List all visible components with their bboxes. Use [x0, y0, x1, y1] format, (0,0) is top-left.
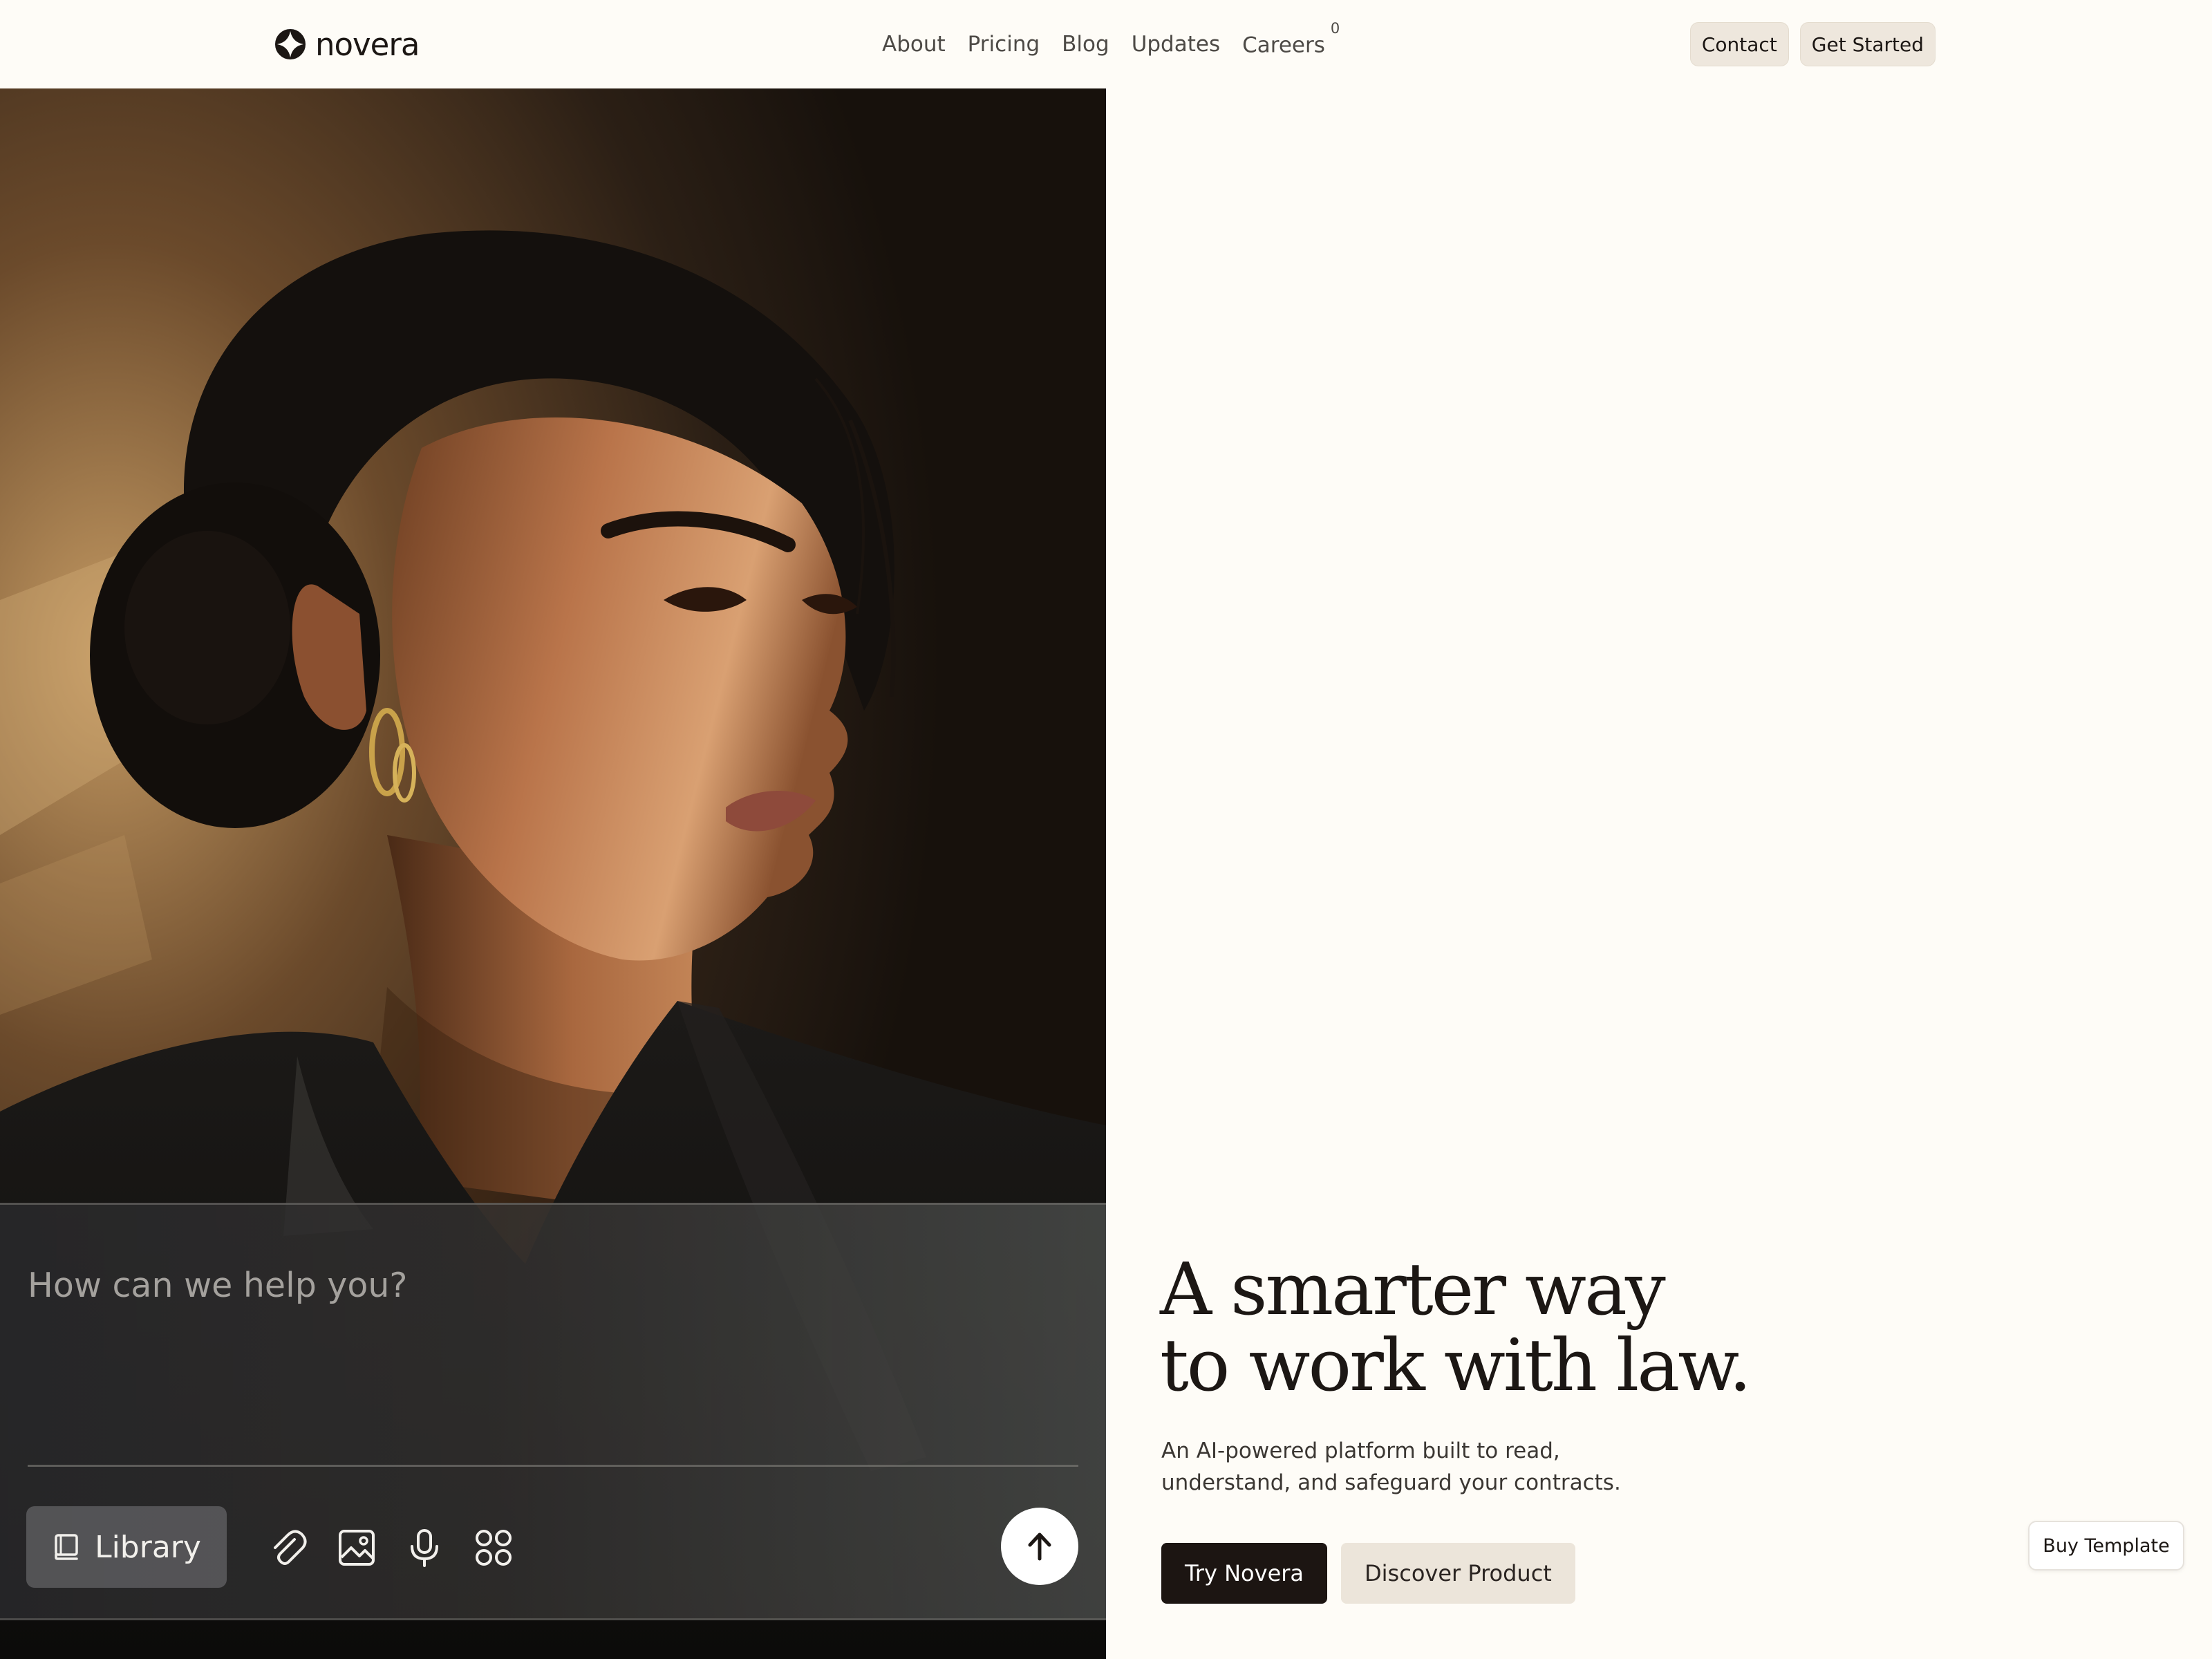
- hero-headline-line2: to work with law.: [1160, 1323, 1752, 1407]
- hero-portrait-photo: Library: [0, 88, 1106, 1659]
- hero-subtext-line1: An AI-powered platform built to read,: [1161, 1438, 1560, 1463]
- apps-grid-icon[interactable]: [473, 1527, 514, 1568]
- nav-careers-label: Careers: [1242, 32, 1325, 58]
- get-started-button[interactable]: Get Started: [1799, 22, 1936, 66]
- nav-pricing[interactable]: Pricing: [968, 32, 1040, 57]
- nav-careers[interactable]: Careers 0: [1242, 20, 1340, 58]
- main-nav: About Pricing Blog Updates Careers 0: [882, 20, 1340, 62]
- help-input[interactable]: [28, 1266, 1051, 1305]
- nav-blog[interactable]: Blog: [1062, 32, 1109, 57]
- composer-divider: [28, 1465, 1078, 1467]
- careers-count-badge: 0: [1330, 19, 1340, 37]
- four-petal-logo-icon: [275, 29, 306, 59]
- arrow-up-icon: [1028, 1533, 1051, 1561]
- hero-headline-line1: A smarter way: [1160, 1247, 1666, 1331]
- library-button[interactable]: Library: [26, 1506, 227, 1588]
- brand-logo[interactable]: novera: [275, 25, 420, 64]
- buy-template-button[interactable]: Buy Template: [2028, 1521, 2184, 1571]
- paperclip-icon[interactable]: [267, 1527, 308, 1568]
- hero-subtext: An AI-powered platform built to read, un…: [1161, 1435, 1659, 1499]
- nav-updates[interactable]: Updates: [1132, 32, 1220, 57]
- hero-subtext-line2: understand, and safeguard your contracts…: [1161, 1470, 1621, 1495]
- book-icon: [55, 1534, 78, 1560]
- hero-headline: A smarter way to work with law.: [1160, 1251, 1851, 1403]
- site-header: novera About Pricing Blog Updates Career…: [0, 0, 2212, 88]
- send-button[interactable]: [1001, 1508, 1078, 1585]
- image-icon[interactable]: [336, 1527, 377, 1568]
- chat-composer: Library: [0, 1203, 1106, 1620]
- discover-product-button[interactable]: Discover Product: [1341, 1543, 1575, 1604]
- hero-cta-row: Try Novera Discover Product: [1161, 1543, 1575, 1604]
- contact-button[interactable]: Contact: [1689, 22, 1789, 66]
- header-actions: Contact Get Started: [1689, 22, 1936, 66]
- microphone-icon[interactable]: [404, 1527, 445, 1568]
- try-novera-button[interactable]: Try Novera: [1161, 1543, 1328, 1604]
- brand-name: novera: [315, 26, 420, 63]
- library-label: Library: [95, 1529, 201, 1565]
- nav-about[interactable]: About: [882, 32, 946, 57]
